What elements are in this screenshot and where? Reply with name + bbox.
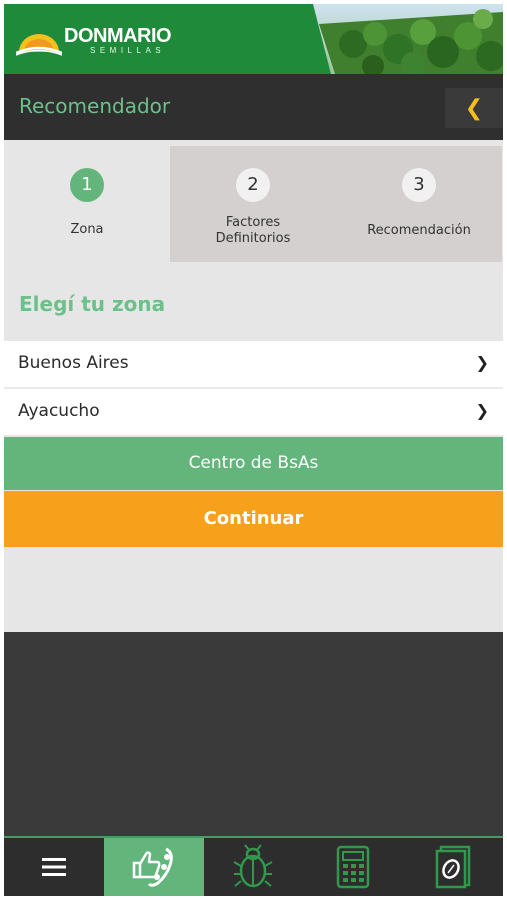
- step-number: 3: [402, 168, 436, 202]
- chevron-left-icon: ❮: [464, 95, 484, 121]
- province-selector[interactable]: Buenos Aires ❯: [4, 341, 503, 387]
- step-number: 1: [70, 168, 104, 202]
- continue-button[interactable]: Continuar: [4, 491, 503, 547]
- sun-logo-icon: [16, 34, 62, 56]
- step-label: Zona: [70, 222, 104, 237]
- brand-name: DONMARIO: [64, 25, 172, 47]
- menu-icon: [41, 858, 66, 876]
- district-selector[interactable]: Ayacucho ❯: [4, 389, 503, 435]
- page-title: Recomendador: [19, 94, 171, 118]
- soybean-thumbs-up-icon: [132, 847, 173, 887]
- chevron-right-icon: ❯: [475, 401, 489, 420]
- tab-recomendador[interactable]: [103, 838, 204, 896]
- tab-semillas[interactable]: [403, 838, 503, 896]
- step-recomendacion[interactable]: 3 Recomendación: [336, 146, 502, 262]
- brand-tagline: SEMILLAS: [90, 46, 166, 55]
- back-button[interactable]: ❮: [445, 88, 503, 128]
- beetle-icon: [233, 844, 273, 888]
- soybean-field-photo: [313, 4, 503, 74]
- tab-calculadora[interactable]: [303, 838, 403, 896]
- step-indicator: 1 Zona 2 Factores Definitorios 3 Recomen…: [4, 146, 503, 262]
- step-label-line1: Factores: [225, 215, 281, 230]
- step-number: 2: [236, 168, 270, 202]
- province-value: Buenos Aires: [18, 353, 129, 373]
- section-title: Elegí tu zona: [19, 292, 166, 316]
- step-label: Recomendación: [367, 223, 471, 238]
- chevron-right-icon: ❯: [475, 353, 489, 372]
- tab-menu[interactable]: [4, 838, 104, 896]
- tab-plagas[interactable]: [204, 838, 304, 896]
- step-zona[interactable]: 1 Zona: [4, 146, 170, 262]
- calculator-icon: [337, 845, 370, 889]
- title-bar: Recomendador ❮: [4, 74, 503, 140]
- seed-bag-icon: [435, 845, 471, 889]
- district-value: Ayacucho: [18, 401, 100, 421]
- selected-zone: Centro de BsAs: [4, 437, 503, 490]
- brand-header: DONMARIO SEMILLAS: [4, 4, 503, 74]
- step-label-line2: Definitorios: [215, 231, 291, 246]
- empty-content-area: [4, 632, 503, 837]
- app-frame: DONMARIO SEMILLAS Recomendador ❮ 1 Zona …: [4, 4, 503, 896]
- donmario-logo: DONMARIO SEMILLAS: [16, 25, 172, 56]
- step-factores-definitorios[interactable]: 2 Factores Definitorios: [170, 146, 336, 262]
- bottom-tab-bar: [4, 836, 503, 896]
